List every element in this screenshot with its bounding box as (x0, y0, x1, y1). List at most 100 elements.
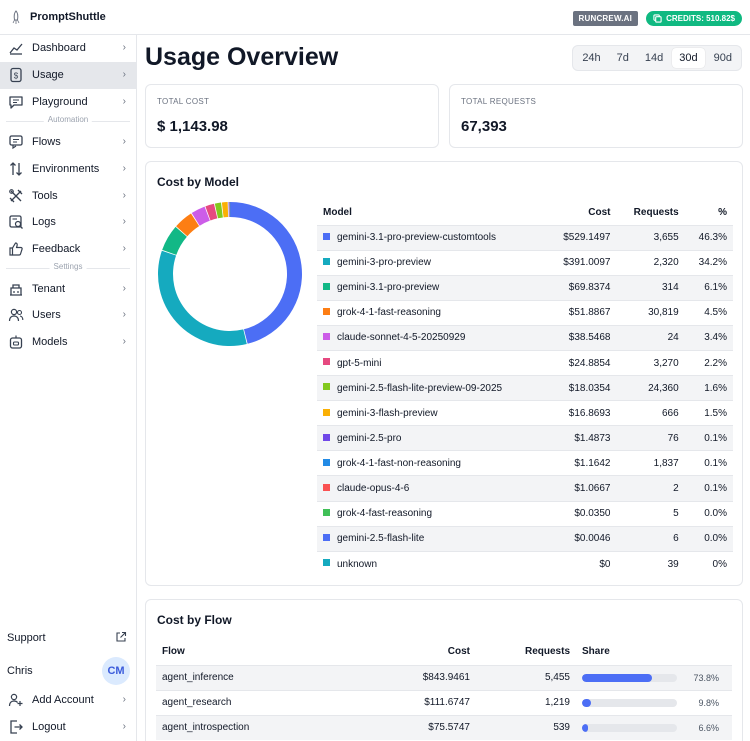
sidebar-item-label: Playground (32, 96, 88, 108)
table-row[interactable]: agent_inference $843.9461 5,455 73.8% (156, 664, 732, 690)
sidebar-item-usage[interactable]: $ Usage › (0, 62, 136, 89)
column-header[interactable]: Cost (316, 638, 476, 665)
table-row[interactable]: agent_introspection $75.5747 539 6.6% (156, 714, 732, 740)
sidebar-item-tenant[interactable]: Tenant › (0, 276, 136, 303)
percent-cell: 0.1% (684, 425, 733, 451)
add-account-label: Add Account (32, 694, 94, 706)
sidebar-item-label: Tenant (32, 283, 66, 295)
sidebar-item-models[interactable]: Models › (0, 329, 136, 356)
table-row[interactable]: gemini-2.5-flash-lite $0.0046 6 0.0% (317, 525, 733, 552)
sidebar-item-users[interactable]: Users › (0, 302, 136, 329)
robot-icon (9, 335, 23, 349)
table-row[interactable]: unknown $0 39 0% (317, 550, 733, 577)
sidebar-item-flows[interactable]: Flows › (0, 129, 136, 156)
requests-cell: 39 (616, 550, 685, 577)
model-name: grok-4-fast-reasoning (337, 508, 433, 520)
chevron-right-icon: › (122, 243, 126, 254)
share-bar-fill (582, 698, 592, 707)
total-requests-value: 67,393 (461, 118, 507, 135)
sidebar: Dashboard › $ Usage › Playground › Autom… (0, 35, 137, 741)
cost-cell: $16.8693 (545, 400, 617, 426)
range-7d-button[interactable]: 7d (610, 48, 636, 68)
sidebar-item-tools[interactable]: Tools › (0, 183, 136, 210)
table-row[interactable]: gpt-5-mini $24.8854 3,270 2.2% (317, 349, 733, 376)
app-title[interactable]: PromptShuttle (30, 11, 106, 23)
table-row[interactable]: gemini-3.1-pro-preview $69.8374 314 6.1% (317, 274, 733, 301)
requests-cell: 1,219 (476, 689, 576, 715)
column-header[interactable]: Requests (476, 638, 576, 665)
flow-icon (9, 135, 23, 150)
credits-badge[interactable]: CREDITS: 510.82$ (646, 11, 742, 26)
table-row[interactable]: claude-opus-4-6 $1.0667 2 0.1% (317, 475, 733, 502)
range-24h-button[interactable]: 24h (575, 48, 607, 68)
column-header[interactable]: Model (317, 200, 546, 225)
requests-cell: 1,837 (616, 450, 685, 476)
model-name: unknown (337, 558, 378, 570)
column-header[interactable]: Cost (546, 200, 617, 225)
model-cell: gemini-2.5-flash-lite (317, 525, 546, 552)
table-row[interactable]: gemini-2.5-flash-lite-preview-09-2025 $18… (317, 375, 733, 401)
cost-cell: $69.8374 (545, 274, 617, 301)
model-cell: gemini-3.1-pro-preview (317, 274, 546, 301)
user-profile[interactable]: Chris CM (0, 657, 136, 687)
shuttle-logo-icon (10, 9, 22, 25)
model-cell: grok-4-1-fast-non-reasoning (317, 450, 546, 476)
table-row[interactable]: gemini-2.5-pro $1.4873 76 0.1% (317, 425, 733, 451)
table-row[interactable]: gemini-3.1-pro-preview-customtools $529.1… (317, 224, 733, 251)
range-14d-button[interactable]: 14d (638, 48, 670, 68)
sidebar-item-feedback[interactable]: Feedback › (0, 236, 136, 263)
users-icon (8, 308, 24, 322)
add-account-button[interactable]: Add Account › (0, 689, 136, 713)
sidebar-item-label: Models (32, 336, 68, 348)
sidebar-item-playground[interactable]: Playground › (0, 89, 136, 116)
model-cell: gpt-5-mini (317, 349, 546, 376)
total-cost-label: TOTAL COST (157, 97, 210, 106)
table-row[interactable]: grok-4-1-fast-non-reasoning $1.1642 1,837 0… (317, 450, 733, 476)
avatar[interactable]: CM (102, 657, 130, 685)
cost-cell: $391.0097 (545, 249, 617, 276)
donut-slice-gemini-3-pro-preview[interactable] (157, 250, 247, 347)
sidebar-item-dashboard[interactable]: Dashboard › (0, 35, 136, 62)
share-bar-fill (582, 723, 589, 732)
donut-slice-gemini-3-flash-preview[interactable] (221, 202, 229, 218)
chevron-right-icon: › (122, 283, 126, 294)
column-header[interactable]: Flow (156, 638, 316, 665)
model-cell: gemini-3-flash-preview (317, 400, 546, 426)
model-name: gemini-3.1-pro-preview-customtools (337, 232, 496, 244)
sidebar-item-logs[interactable]: Logs › (0, 209, 136, 236)
table-row[interactable]: gemini-3-flash-preview $16.8693 666 1.5% (317, 400, 733, 426)
percent-cell: 0.0% (684, 500, 733, 527)
model-cell: gemini-2.5-pro (317, 425, 546, 451)
share-percent: 73.8% (693, 672, 719, 683)
model-name: gemini-3-pro-preview (337, 257, 431, 269)
table-row[interactable]: claude-sonnet-4-5-20250929 $38.5468 24 3.4% (317, 324, 733, 351)
range-90d-button[interactable]: 90d (707, 48, 739, 68)
column-header[interactable]: Requests (616, 200, 684, 225)
main-content: Usage Overview 24h 7d 14d 30d 90d TOTAL … (137, 35, 750, 741)
table-row[interactable]: grok-4-fast-reasoning $0.0350 5 0.0% (317, 500, 733, 527)
table-row[interactable]: gemini-3-pro-preview $391.0097 2,320 34.2% (317, 249, 733, 276)
requests-cell: 3,270 (616, 349, 685, 376)
range-30d-button[interactable]: 30d (672, 48, 705, 68)
sidebar-item-label: Logs (32, 216, 56, 228)
share-bar-track (582, 673, 677, 682)
cost-cell: $111.6747 (316, 689, 476, 715)
logout-button[interactable]: Logout › (0, 716, 136, 740)
model-cell: gemini-2.5-flash-lite-preview-09-2025 (317, 375, 546, 401)
org-badge[interactable]: RUNCREW.AI (572, 11, 639, 26)
donut-slice-gemini-3.1-pro-preview-customtools[interactable] (230, 202, 302, 344)
support-link[interactable]: Support (0, 627, 136, 651)
section-label: Automation (43, 115, 93, 124)
sidebar-item-environments[interactable]: Environments › (0, 156, 136, 183)
share-percent: 9.8% (698, 697, 719, 708)
table-row[interactable]: grok-4-1-fast-reasoning $51.8867 30,819 4.5… (317, 299, 733, 326)
card-title: Cost by Model (157, 175, 240, 189)
requests-cell: 5 (616, 500, 685, 527)
requests-cell: 666 (616, 400, 685, 426)
cost-cell: $843.9461 (316, 664, 476, 690)
column-header[interactable]: Share (576, 638, 732, 665)
table-row[interactable]: agent_research $111.6747 1,219 9.8% (156, 689, 732, 715)
requests-cell: 30,819 (616, 299, 685, 326)
column-header[interactable]: % (685, 200, 733, 225)
total-requests-card: TOTAL REQUESTS 67,393 (449, 84, 743, 148)
